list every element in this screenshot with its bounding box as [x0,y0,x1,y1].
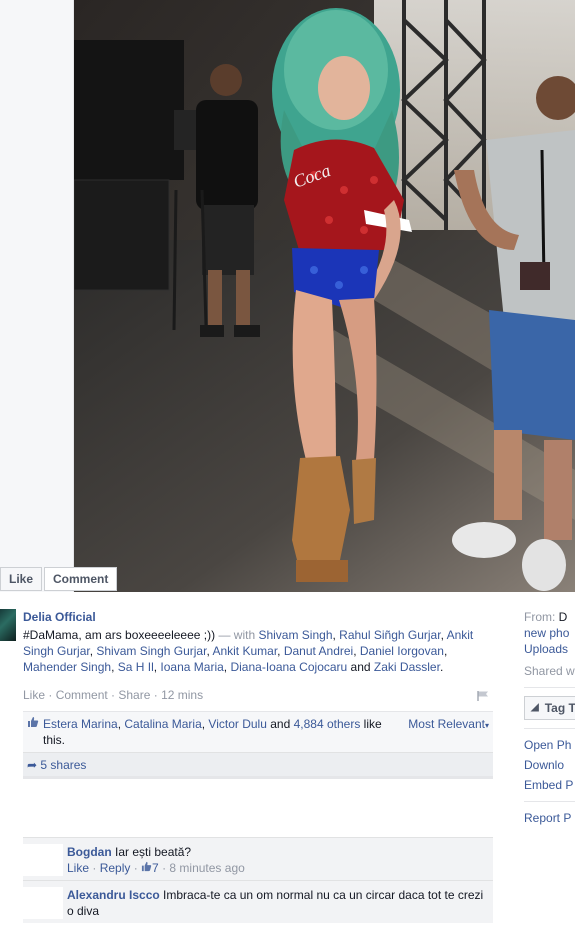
post-author[interactable]: Delia Official [23,610,493,624]
sort-dropdown[interactable]: Most Relevant▾ [398,716,489,748]
shares-count[interactable]: 5 shares [40,758,86,772]
embed-link[interactable]: Embed P [524,777,575,793]
post-period: . [439,660,444,674]
and-word: and [347,660,374,674]
post-message: #DaMama, am ars boxeeeeleeee ;)) [23,628,219,642]
likes-row: Estera Marina, Catalina Maria, Victor Du… [23,712,493,752]
post-timestamp[interactable]: 12 mins [161,688,203,702]
tagged-person[interactable]: Daniel Iorgovan [360,644,444,658]
others-link[interactable]: 4,884 others [294,717,361,731]
post-comment-link[interactable]: Comment [56,688,108,702]
tagged-person[interactable]: Diana-Ioana Cojocaru [230,660,347,674]
post-text: #DaMama, am ars boxeeeeleeee ;)) — with … [23,627,493,675]
comment-button[interactable]: Comment [44,567,118,591]
tagged-person[interactable]: Ioana Maria [160,660,223,674]
commenter-avatar[interactable] [23,844,63,876]
flag-icon[interactable] [477,691,489,701]
thumbs-up-icon [141,861,152,875]
photo-action-bar: Like Comment [0,567,118,591]
likes-summary: Estera Marina, Catalina Maria, Victor Du… [43,717,382,747]
from-value[interactable]: D [559,610,568,624]
concert-backstage-photo: Coca [74,0,575,592]
tagged-person[interactable]: Zaki Dassler [374,660,440,674]
comment-like-link[interactable]: Like [67,861,89,875]
commenter-name[interactable]: Bogdan [67,845,112,859]
liker-name[interactable]: Estera Marina [43,717,118,731]
separator: , [443,644,448,658]
report-link[interactable]: Report P [524,810,575,826]
thumbs-up-icon [27,716,43,748]
tag-label: Tag T [544,701,575,715]
divider [524,728,575,729]
commenter-avatar[interactable] [23,887,63,919]
comment-like-count[interactable]: 7 [141,861,159,875]
photo-stage-gutter [0,0,74,592]
tag-photo-button[interactable]: ◢ Tag T [524,696,575,720]
post-share-link[interactable]: Share [118,688,150,702]
tagged-person[interactable]: Sa H Il [118,660,154,674]
caret-down-icon: ▾ [484,721,489,730]
from-label: From: [524,610,559,624]
album-link[interactable]: new pho [524,625,575,641]
tagged-person[interactable]: Ankit Kumar [212,644,277,658]
like-button[interactable]: Like [0,567,43,591]
divider [524,687,575,688]
comment-item: Alexandru Iscco Imbraca-te ca un om norm… [23,880,493,923]
photo-viewer[interactable]: Coca [74,0,575,592]
sort-label: Most Relevant [408,717,485,731]
post-like-link[interactable]: Like [23,688,45,702]
tagged-person[interactable]: Mahender Singh [23,660,111,674]
tagged-person[interactable]: Shivam Singh [258,628,332,642]
comment-text: Iar ești beată? [115,845,192,859]
commenter-name[interactable]: Alexandru Iscco [67,888,160,902]
author-avatar[interactable] [0,609,16,641]
liker-name[interactable]: Catalina Maria [124,717,201,731]
shares-row[interactable]: ➦ 5 shares [23,752,493,777]
comment-timestamp[interactable]: 8 minutes ago [169,861,244,875]
post-content: Delia Official #DaMama, am ars boxeeeele… [23,610,493,703]
comment-actions: Like · Reply · 7 · 8 minutes ago [67,861,245,875]
open-photo-link[interactable]: Open Ph [524,737,575,753]
comment-item: Bogdan Iar ești beată? Like · Reply · 7 … [23,837,493,880]
divider [23,776,493,779]
comments-list: Bogdan Iar ești beată? Like · Reply · 7 … [23,837,493,923]
with-label: — with [218,628,259,642]
photo-sidebar: From: D new pho Uploads Shared w ◢ Tag T … [524,600,575,826]
like-count-value: 7 [152,861,159,875]
likes-box: Estera Marina, Catalina Maria, Victor Du… [23,711,493,777]
shared-with[interactable]: Shared w [524,663,575,679]
tagged-person[interactable]: Danut Andrei [284,644,353,658]
tagged-person[interactable]: Shivam Singh Gurjar [96,644,206,658]
separator: , [277,644,284,658]
comment-reply-link[interactable]: Reply [100,861,131,875]
liker-name[interactable]: Victor Dulu [208,717,266,731]
post-actions: Like · Comment · Share · 12 mins [23,687,493,703]
separator: , [353,644,360,658]
uploads-link[interactable]: Uploads [524,641,575,657]
separator: , [111,660,118,674]
divider [524,801,575,802]
tagged-person[interactable]: Rahul Siñgh Gurjar [339,628,440,642]
share-arrow-icon: ➦ [27,758,38,772]
and-word: and [266,717,294,731]
tag-icon: ◢ [531,702,539,713]
download-link[interactable]: Downlo [524,757,575,773]
